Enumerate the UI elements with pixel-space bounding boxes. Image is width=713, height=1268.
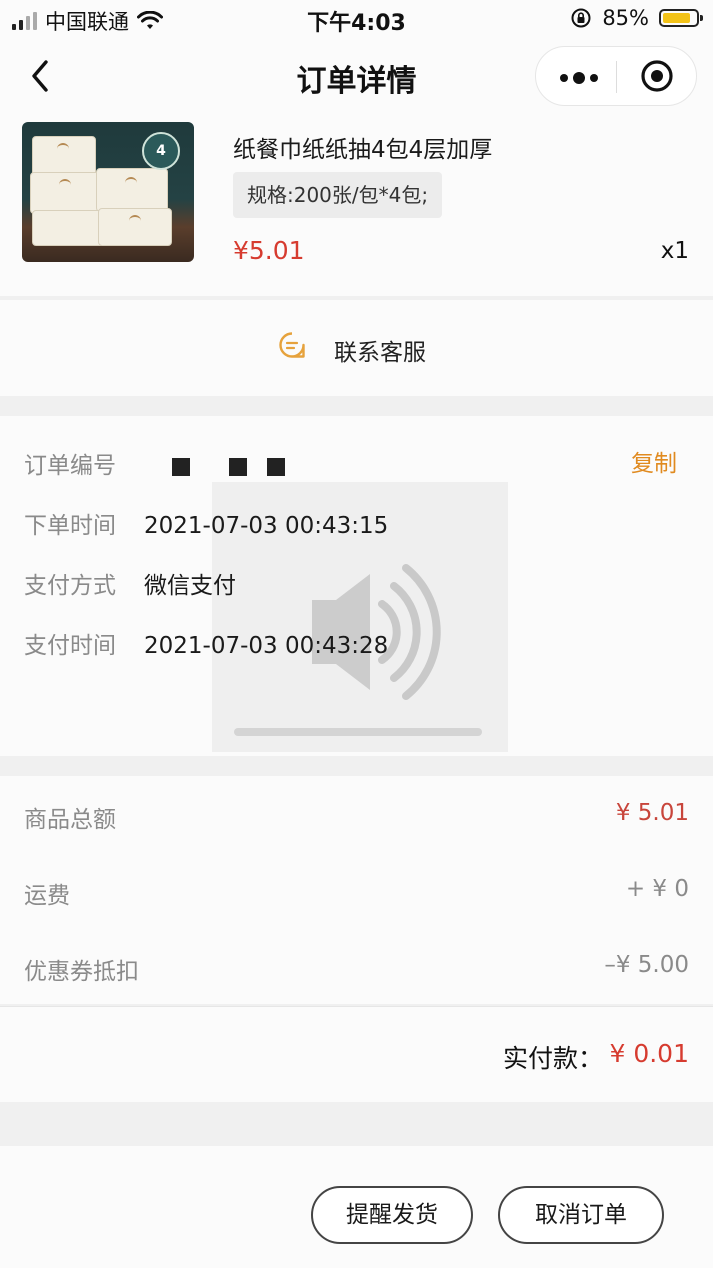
pay-method-label: 支付方式	[24, 573, 116, 599]
contact-service-button[interactable]: 联系客服	[0, 300, 713, 396]
tissue-pack-image	[30, 172, 102, 214]
goods-total-value: ¥ 5.01	[615, 800, 689, 826]
product-card[interactable]: 4 纸餐巾纸纸抽4包4层加厚 规格:200张/包*4包; ¥5.01 x1	[0, 116, 713, 296]
redaction-mark	[267, 458, 285, 476]
order-time-value: 2021-07-03 00:43:15	[144, 513, 389, 539]
coupon-label: 优惠券抵扣	[24, 959, 139, 985]
paid-total-value: ¥ 0.01	[609, 1039, 689, 1068]
nav-bar: 订单详情	[0, 40, 713, 116]
product-name: 纸餐巾纸纸抽4包4层加厚	[233, 137, 493, 163]
copy-order-number-button[interactable]: 复制	[631, 444, 677, 478]
rotation-lock-icon	[571, 8, 591, 28]
pay-method-value: 微信支付	[144, 573, 236, 599]
goods-total-row: 商品总额 ¥ 5.01	[24, 800, 689, 834]
order-time-row: 下单时间 2021-07-03 00:43:15	[24, 506, 388, 540]
pay-time-value: 2021-07-03 00:43:28	[144, 633, 389, 659]
goods-total-label: 商品总额	[24, 807, 116, 833]
coupon-row: 优惠券抵扣 –¥ 5.00	[24, 952, 689, 986]
tissue-pack-image	[32, 210, 104, 246]
order-detail-page: 中国联通 下午4:03 85% 订单详情 4 纸餐巾纸纸抽4包4层加厚 规格:2…	[0, 0, 713, 1268]
tissue-pack-image	[98, 208, 172, 246]
battery-icon	[659, 9, 703, 27]
pay-time-row: 支付时间 2021-07-03 00:43:28	[24, 626, 388, 660]
order-number-label: 订单编号	[24, 453, 116, 479]
cancel-order-button[interactable]: 取消订单	[498, 1186, 664, 1244]
order-number-row: 订单编号	[24, 446, 144, 480]
paid-total-label: 实付款：	[502, 1044, 603, 1073]
order-info-section: 订单编号 复制 下单时间 2021-07-03 00:43:15 支付方式 微信支付…	[0, 416, 713, 756]
amount-section: 商品总额 ¥ 5.01 运费 + ¥ 0 优惠券抵扣 –¥ 5.00	[0, 776, 713, 1004]
more-dots-icon[interactable]	[556, 61, 606, 91]
product-image[interactable]: 4	[22, 122, 194, 262]
mini-program-capsule	[535, 46, 697, 106]
tissue-pack-image	[96, 168, 168, 212]
contact-service-label: 联系客服	[334, 340, 426, 366]
battery-percent: 85%	[602, 6, 649, 30]
paid-total-row: 实付款： ¥ 0.01	[0, 1006, 713, 1102]
status-right: 85%	[570, 6, 703, 30]
bottom-action-bar: 提醒发货 取消订单	[0, 1146, 713, 1268]
product-spec: 规格:200张/包*4包;	[233, 172, 443, 218]
close-target-icon[interactable]	[640, 59, 674, 93]
capsule-divider	[616, 61, 617, 93]
chat-bubble-icon	[279, 332, 305, 358]
product-price: ¥5.01	[233, 236, 305, 265]
remind-shipment-button[interactable]: 提醒发货	[311, 1186, 473, 1244]
pay-time-label: 支付时间	[24, 633, 116, 659]
product-quantity: x1	[660, 238, 689, 264]
order-time-label: 下单时间	[24, 513, 116, 539]
pack-count-badge: 4	[142, 132, 180, 170]
redaction-mark	[229, 458, 247, 476]
shipping-row: 运费 + ¥ 0	[24, 876, 689, 910]
redaction-mark	[172, 458, 190, 476]
pay-method-row: 支付方式 微信支付	[24, 566, 236, 600]
status-bar: 中国联通 下午4:03 85%	[0, 0, 713, 40]
overlay-progress-bar	[234, 728, 482, 736]
shipping-label: 运费	[24, 883, 70, 909]
shipping-value: + ¥ 0	[625, 876, 689, 902]
battery-fill	[663, 13, 691, 23]
tissue-pack-image	[32, 136, 96, 176]
coupon-value: –¥ 5.00	[604, 952, 689, 978]
